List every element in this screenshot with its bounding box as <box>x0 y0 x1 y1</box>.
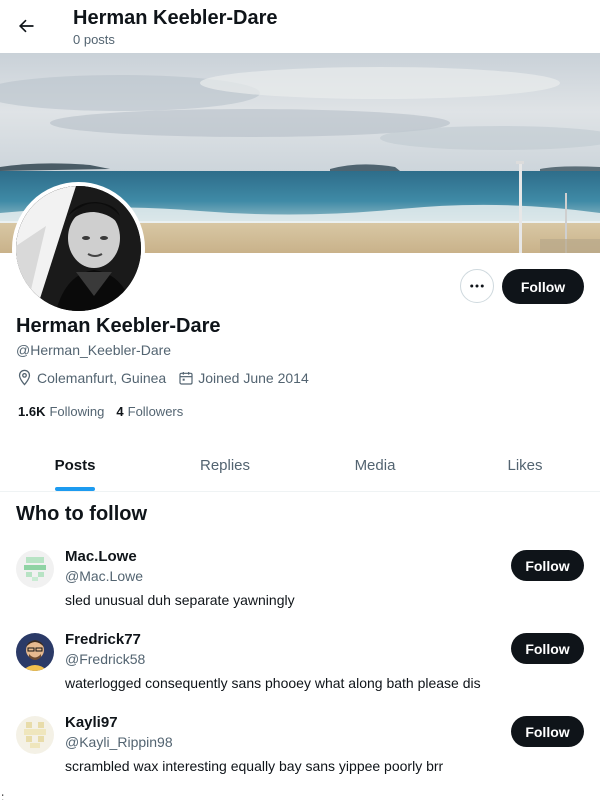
suggestion-item[interactable]: Kayli97 @Kayli_Rippin98 scrambled wax in… <box>0 714 600 797</box>
following-link[interactable]: 1.6K Following <box>18 404 104 419</box>
follow-button[interactable]: Follow <box>502 269 584 304</box>
following-count: 1.6K <box>18 404 46 419</box>
suggestion-follow-button[interactable]: Follow <box>511 550 584 581</box>
suggestion-handle: @Kayli_Rippin98 <box>65 734 173 750</box>
back-button[interactable] <box>8 8 44 44</box>
followers-link[interactable]: 4 Followers <box>116 404 183 419</box>
profile-tabs: Posts Replies Media Likes <box>0 440 600 492</box>
suggestion-handle: @Fredrick58 <box>65 651 146 667</box>
suggestion-name[interactable]: Fredrick77 <box>65 631 141 648</box>
suggestion-bio: scrambled wax interesting equally bay sa… <box>65 758 444 774</box>
more-options-button[interactable] <box>460 269 494 303</box>
suggestion-name[interactable]: Kayli97 <box>65 714 118 731</box>
suggestion-item[interactable]: Fredrick77 @Fredrick58 waterlogged conse… <box>0 631 600 714</box>
arrow-left-icon <box>19 19 34 33</box>
stray-colon-text: : <box>1 790 5 800</box>
suggestion-bio: sled unusual duh separate yawningly <box>65 592 295 608</box>
follow-stats: 1.6K Following 4 Followers <box>18 404 195 419</box>
profile-location: Colemanfurt, Guinea <box>16 369 166 386</box>
following-label: Following <box>49 404 105 419</box>
followers-count: 4 <box>116 404 124 419</box>
suggestion-item[interactable]: Mac.Lowe @Mac.Lowe sled unusual duh sepa… <box>0 548 600 631</box>
tab-media[interactable]: Media <box>300 440 450 491</box>
followers-label: Followers <box>127 404 184 419</box>
tab-posts[interactable]: Posts <box>0 440 150 491</box>
tab-likes[interactable]: Likes <box>450 440 600 491</box>
location-pin-icon <box>18 369 31 386</box>
header-post-count: 0 posts <box>73 32 115 47</box>
profile-meta: Colemanfurt, Guinea Joined June 2014 <box>16 369 321 386</box>
profile-joined: Joined June 2014 <box>178 370 309 386</box>
ellipsis-icon <box>470 284 484 288</box>
profile-handle: @Herman_Keebler-Dare <box>16 342 172 358</box>
suggestion-avatar[interactable] <box>16 550 54 588</box>
top-bar: Herman Keebler-Dare 0 posts <box>0 0 600 53</box>
suggestion-name[interactable]: Mac.Lowe <box>65 548 137 565</box>
suggestion-bio: waterlogged consequently sans phooey wha… <box>65 675 481 691</box>
calendar-icon <box>179 371 193 385</box>
header-title: Herman Keebler-Dare <box>73 7 278 29</box>
joined-text: Joined June 2014 <box>198 369 309 386</box>
location-text: Colemanfurt, Guinea <box>37 369 167 386</box>
profile-avatar[interactable] <box>12 182 145 315</box>
suggestion-avatar[interactable] <box>16 716 54 754</box>
suggestion-follow-button[interactable]: Follow <box>511 716 584 747</box>
suggestion-avatar[interactable] <box>16 633 54 671</box>
suggestion-handle: @Mac.Lowe <box>65 568 144 584</box>
suggestion-follow-button[interactable]: Follow <box>511 633 584 664</box>
profile-name: Herman Keebler-Dare <box>16 315 221 337</box>
who-to-follow-heading: Who to follow <box>16 503 148 525</box>
tab-replies[interactable]: Replies <box>150 440 300 491</box>
